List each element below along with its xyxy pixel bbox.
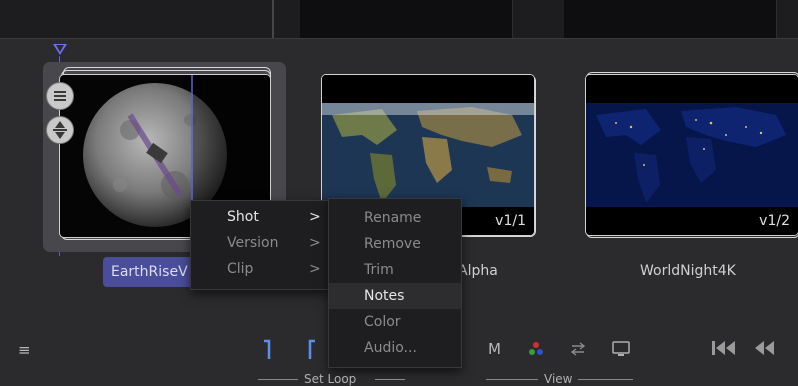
view-label: View bbox=[544, 372, 573, 386]
version-step-button[interactable] bbox=[46, 116, 74, 144]
color-channels-icon[interactable] bbox=[528, 341, 544, 357]
up-down-arrows-icon bbox=[53, 121, 67, 139]
ruler-marker bbox=[272, 0, 274, 38]
swap-arrows-icon[interactable] bbox=[570, 342, 586, 356]
context-menu: Shot > Version > Clip > bbox=[190, 200, 332, 290]
menu-item-shot[interactable]: Shot > bbox=[191, 204, 331, 230]
chevron-right-icon: > bbox=[309, 261, 321, 277]
set-loop-label: Set Loop bbox=[304, 372, 357, 386]
loop-in-marker-icon[interactable] bbox=[262, 339, 272, 361]
clip-name-label[interactable]: EarthRiseV bbox=[103, 257, 196, 287]
divider bbox=[375, 379, 405, 380]
shot-submenu: Rename Remove Trim Notes Color Audio... bbox=[328, 198, 462, 368]
menu-item-rename[interactable]: Rename bbox=[329, 205, 461, 231]
chevron-right-icon: > bbox=[309, 235, 321, 251]
playhead-marker-icon[interactable] bbox=[53, 44, 67, 55]
stack-control-button[interactable] bbox=[46, 82, 74, 110]
divider bbox=[578, 379, 633, 380]
clip-name-label[interactable]: WorldNight4K bbox=[640, 263, 736, 279]
clip-name-label[interactable]: Alpha bbox=[458, 263, 498, 279]
menu-item-clip[interactable]: Clip > bbox=[191, 256, 331, 282]
divider bbox=[486, 379, 538, 380]
clip-thumbnail-worldnight[interactable]: v1/2 bbox=[585, 74, 798, 236]
version-badge: v1/1 bbox=[495, 213, 526, 229]
menu-icon[interactable]: ≡ bbox=[18, 341, 31, 359]
menu-item-audio[interactable]: Audio... bbox=[329, 335, 461, 361]
chevron-right-icon: > bbox=[309, 209, 321, 225]
divider bbox=[258, 379, 298, 380]
menu-item-notes[interactable]: Notes bbox=[329, 283, 461, 309]
timeline-ruler-strip[interactable] bbox=[0, 0, 798, 39]
ruler-segment bbox=[300, 0, 513, 38]
rewind-icon[interactable] bbox=[753, 340, 777, 356]
menu-item-color[interactable]: Color bbox=[329, 309, 461, 335]
menu-item-remove[interactable]: Remove bbox=[329, 231, 461, 257]
ruler-segment bbox=[564, 0, 777, 38]
menu-item-trim[interactable]: Trim bbox=[329, 257, 461, 283]
display-icon[interactable] bbox=[612, 341, 630, 357]
monitor-mode-button[interactable]: M bbox=[488, 340, 501, 358]
menu-item-version[interactable]: Version > bbox=[191, 230, 331, 256]
loop-out-marker-icon[interactable] bbox=[307, 339, 317, 361]
world-map-night-image bbox=[586, 75, 798, 235]
version-badge: v1/2 bbox=[759, 213, 790, 229]
jump-to-start-icon[interactable] bbox=[711, 340, 737, 356]
